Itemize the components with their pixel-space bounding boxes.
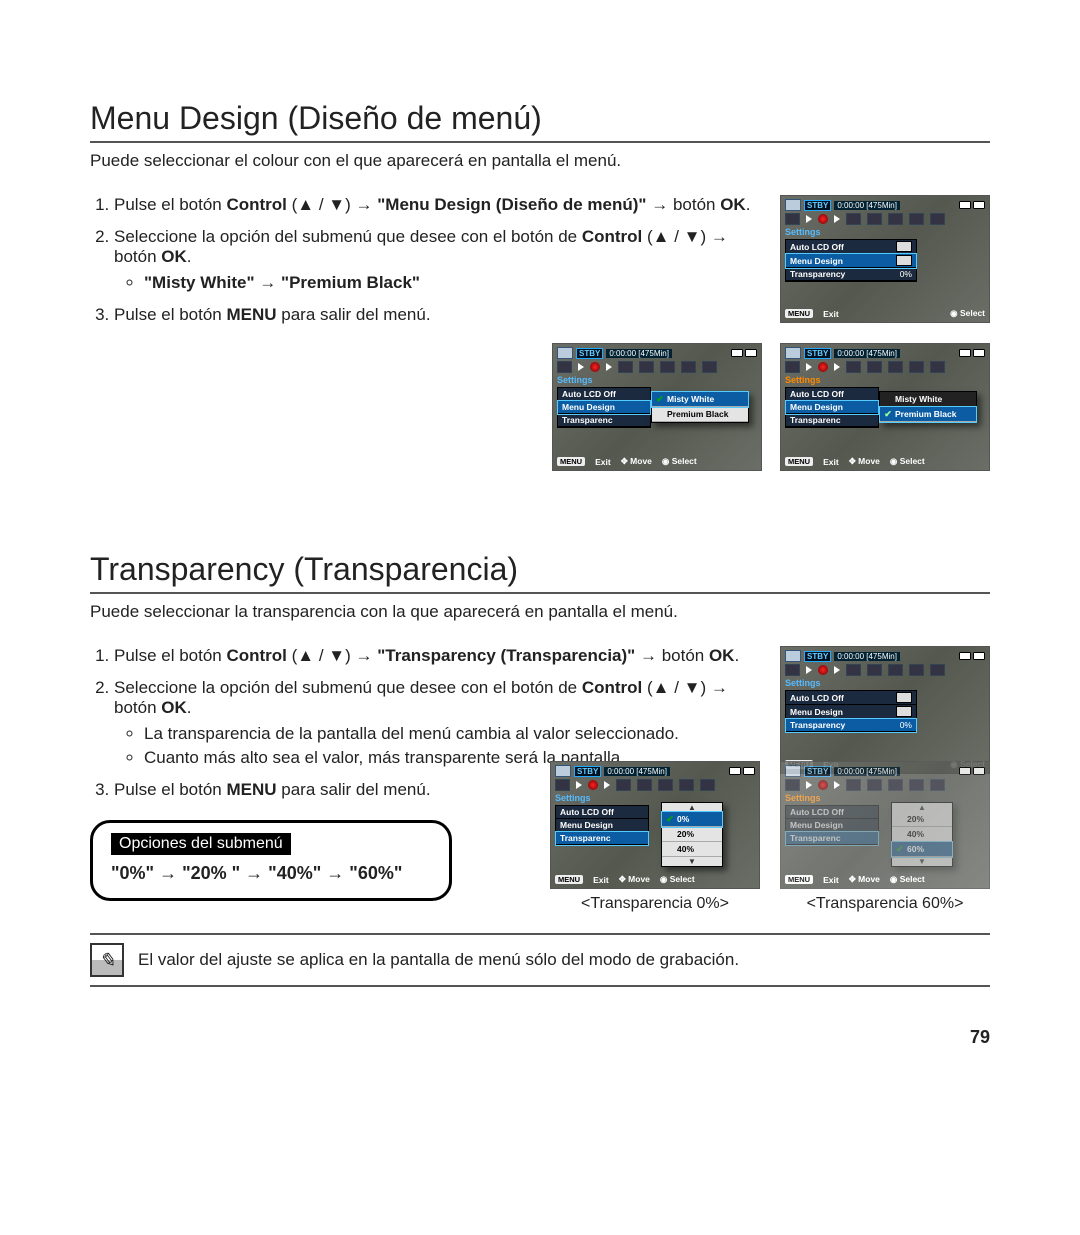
menu-item-transparency[interactable]: Transparency0% xyxy=(786,268,916,281)
caption-transparency-0: <Transparencia 0%> xyxy=(581,895,729,913)
menu-item-menu-design[interactable]: Menu Design xyxy=(786,705,916,719)
menu-design-popup-dark[interactable]: Misty White ✔Premium Black xyxy=(879,391,977,423)
battery-icon xyxy=(729,767,755,775)
popup-option-premium-black[interactable]: Premium Black xyxy=(652,407,748,422)
camera-icon xyxy=(785,765,801,777)
submenu-options-label: Opciones del submenú xyxy=(111,833,291,855)
section1-step3: Pulse el botón MENU para salir del menú. xyxy=(114,305,760,325)
menu-item-auto-lcd[interactable]: Auto LCD Off xyxy=(786,240,916,254)
battery-icon xyxy=(959,652,985,660)
settings-tab[interactable]: Settings xyxy=(785,227,985,237)
popup-option-40[interactable]: 40% xyxy=(662,842,722,857)
battery-icon xyxy=(731,349,757,357)
tab-icons xyxy=(785,213,985,225)
camera-icon xyxy=(785,199,801,211)
submenu-options-values: "0%" → "20% " → "40%" → "60%" xyxy=(111,863,431,884)
time-indicator: 0:00:00 [475Min] xyxy=(834,201,900,210)
note-row: ✎ El valor del ajuste se aplica en la pa… xyxy=(90,933,990,987)
note-text: El valor del ajuste se aplica en la pant… xyxy=(138,950,739,970)
popup-option-misty-white[interactable]: ✔Misty White xyxy=(652,392,748,407)
menu-pill: MENU xyxy=(785,309,813,318)
popup-option-premium-black[interactable]: ✔Premium Black xyxy=(880,407,976,422)
section1-step1: Pulse el botón Control (▲ / ▼) → "Menu D… xyxy=(114,195,760,215)
screenshot-transparency-0: STBY 0:00:00 [475Min] Settings Auto LCD … xyxy=(550,761,760,889)
play-icon xyxy=(806,215,812,223)
section2-heading: Transparency (Transparencia) xyxy=(90,551,990,594)
battery-icon xyxy=(959,201,985,209)
menu-item-menu-design[interactable]: Menu Design xyxy=(786,254,916,268)
screenshot-settings-transparency: STBY 0:00:00 [475Min] Settings Auto LCD … xyxy=(780,646,990,774)
section2-step2: Seleccione la opción del submenú que des… xyxy=(114,678,760,768)
caption-transparency-60: <Transparencia 60%> xyxy=(807,895,964,913)
transparency-popup-60[interactable]: ▲ 20% 40% ✔60% ▼ xyxy=(891,802,953,867)
section1-steps: Pulse el botón Control (▲ / ▼) → "Menu D… xyxy=(90,195,760,325)
section1-step2-options: "Misty White" → "Premium Black" xyxy=(144,273,420,292)
page-number: 79 xyxy=(90,1027,990,1048)
transparency-popup[interactable]: ▲ ✔0% 20% 40% ▼ xyxy=(661,802,723,867)
select-label: Select xyxy=(960,308,985,318)
note-icon: ✎ xyxy=(90,943,124,977)
section2-step2-bullet1: La transparencia de la pantalla del menú… xyxy=(144,724,760,744)
popup-option-0[interactable]: ✔0% xyxy=(662,812,722,827)
up-arrow-icon[interactable]: ▲ xyxy=(662,803,722,812)
screenshot-premium-black: STBY 0:00:00 [475Min] Settings Auto LCD … xyxy=(780,343,990,471)
screenshot-settings-menu-design: STBY 0:00:00 [475Min] Settings Auto LCD … xyxy=(780,195,990,323)
section1-intro: Puede seleccionar el colour con el que a… xyxy=(90,151,990,171)
section2-intro: Puede seleccionar la transparencia con l… xyxy=(90,602,990,622)
popup-option-40[interactable]: 40% xyxy=(892,827,952,842)
down-arrow-icon[interactable]: ▼ xyxy=(662,857,722,866)
battery-icon xyxy=(959,349,985,357)
record-icon xyxy=(818,214,828,224)
settings-menu-list[interactable]: Auto LCD Off Menu Design Transparency0% xyxy=(785,239,917,282)
menu-item-transparency[interactable]: Transparency0% xyxy=(786,719,916,732)
menu-item-auto-lcd[interactable]: Auto LCD Off xyxy=(786,691,916,705)
camera-icon xyxy=(557,347,573,359)
menu-design-popup[interactable]: ✔Misty White Premium Black xyxy=(651,391,749,423)
exit-label: Exit xyxy=(823,309,839,319)
stby-indicator: STBY xyxy=(804,200,831,211)
section2-step1: Pulse el botón Control (▲ / ▼) → "Transp… xyxy=(114,646,760,666)
camera-icon xyxy=(785,347,801,359)
popup-option-20[interactable]: 20% xyxy=(662,827,722,842)
camera-icon xyxy=(785,650,801,662)
popup-option-20[interactable]: 20% xyxy=(892,812,952,827)
popup-option-60[interactable]: ✔60% xyxy=(892,842,952,857)
battery-icon xyxy=(959,767,985,775)
section1-step2: Seleccione la opción del submenú que des… xyxy=(114,227,760,293)
submenu-options-box: Opciones del submenú "0%" → "20% " → "40… xyxy=(90,820,452,901)
section1-heading: Menu Design (Diseño de menú) xyxy=(90,100,990,143)
screenshot-transparency-60: STBY 0:00:00 [475Min] Settings Auto LCD … xyxy=(780,761,990,889)
popup-option-misty-white[interactable]: Misty White xyxy=(880,392,976,407)
camera-icon xyxy=(555,765,571,777)
screenshot-misty-white: STBY 0:00:00 [475Min] Settings Auto LCD … xyxy=(552,343,762,471)
